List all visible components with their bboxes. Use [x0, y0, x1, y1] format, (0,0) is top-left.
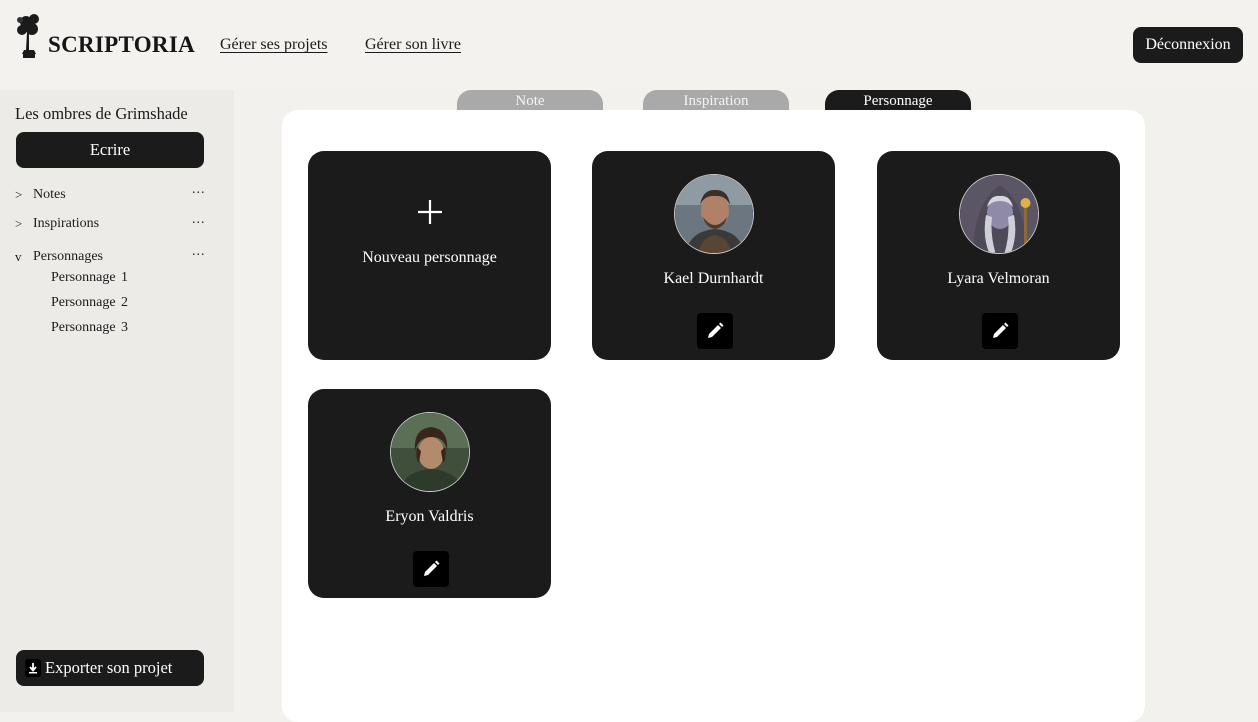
sidebar-section-personnages[interactable]: v Personnages ...: [0, 244, 234, 269]
tree-quill-logo-icon: [17, 14, 39, 58]
section-label: Personnages: [33, 249, 103, 264]
project-title: Les ombres de Grimshade: [15, 104, 188, 123]
character-card[interactable]: Eryon Valdris: [308, 389, 551, 598]
plus-icon: [308, 199, 551, 230]
logout-button[interactable]: Déconnexion: [1133, 27, 1243, 63]
section-label: Notes: [33, 187, 66, 202]
sidebar: Les ombres de Grimshade Ecrire > Notes .…: [0, 90, 234, 712]
logo[interactable]: [12, 10, 46, 60]
brand-name[interactable]: SCRIPTORIA: [48, 32, 195, 58]
character-name: Eryon Valdris: [385, 508, 474, 525]
sidebar-item-personnage-1[interactable]: Personnage 1: [51, 270, 128, 286]
chevron-right-icon: >: [15, 216, 23, 231]
chevron-down-icon: v: [15, 249, 22, 264]
write-button[interactable]: Ecrire: [16, 132, 204, 168]
pencil-icon[interactable]: [697, 313, 733, 349]
sidebar-item-personnage-3[interactable]: Personnage 3: [51, 320, 128, 336]
more-options-icon[interactable]: ...: [192, 212, 206, 228]
character-card[interactable]: Lyara Velmoran: [877, 151, 1120, 360]
avatar-mage-icon: [959, 174, 1039, 254]
more-options-icon[interactable]: ...: [192, 182, 206, 198]
new-character-card[interactable]: Nouveau personnage: [308, 151, 551, 360]
sidebar-section-inspirations[interactable]: > Inspirations ...: [0, 212, 234, 236]
avatar-ranger-icon: [390, 412, 470, 492]
nav-manage-book[interactable]: Gérer son livre: [365, 36, 461, 54]
more-options-icon[interactable]: ...: [192, 244, 206, 260]
section-label: Inspirations: [33, 216, 100, 231]
export-label: Exporter son projet: [45, 658, 173, 677]
character-name: Lyara Velmoran: [947, 270, 1050, 287]
character-name: Kael Durnhardt: [663, 270, 764, 287]
nav-manage-projects[interactable]: Gérer ses projets: [220, 36, 328, 54]
sidebar-item-personnage-2[interactable]: Personnage 2: [51, 295, 128, 311]
character-card[interactable]: Kael Durnhardt: [592, 151, 835, 360]
download-icon: [25, 659, 41, 677]
pencil-icon[interactable]: [982, 313, 1018, 349]
export-project-button[interactable]: Exporter son projet: [16, 650, 204, 686]
chevron-right-icon: >: [15, 187, 23, 202]
new-character-label: Nouveau personnage: [362, 249, 497, 266]
characters-panel: Nouveau personnage Kael Durnhardt Lyara …: [282, 110, 1145, 722]
sidebar-section-notes[interactable]: > Notes ...: [0, 182, 234, 207]
top-header: SCRIPTORIA Gérer ses projets Gérer son l…: [0, 0, 1258, 90]
avatar-warrior-icon: [674, 174, 754, 254]
pencil-icon[interactable]: [413, 551, 449, 587]
